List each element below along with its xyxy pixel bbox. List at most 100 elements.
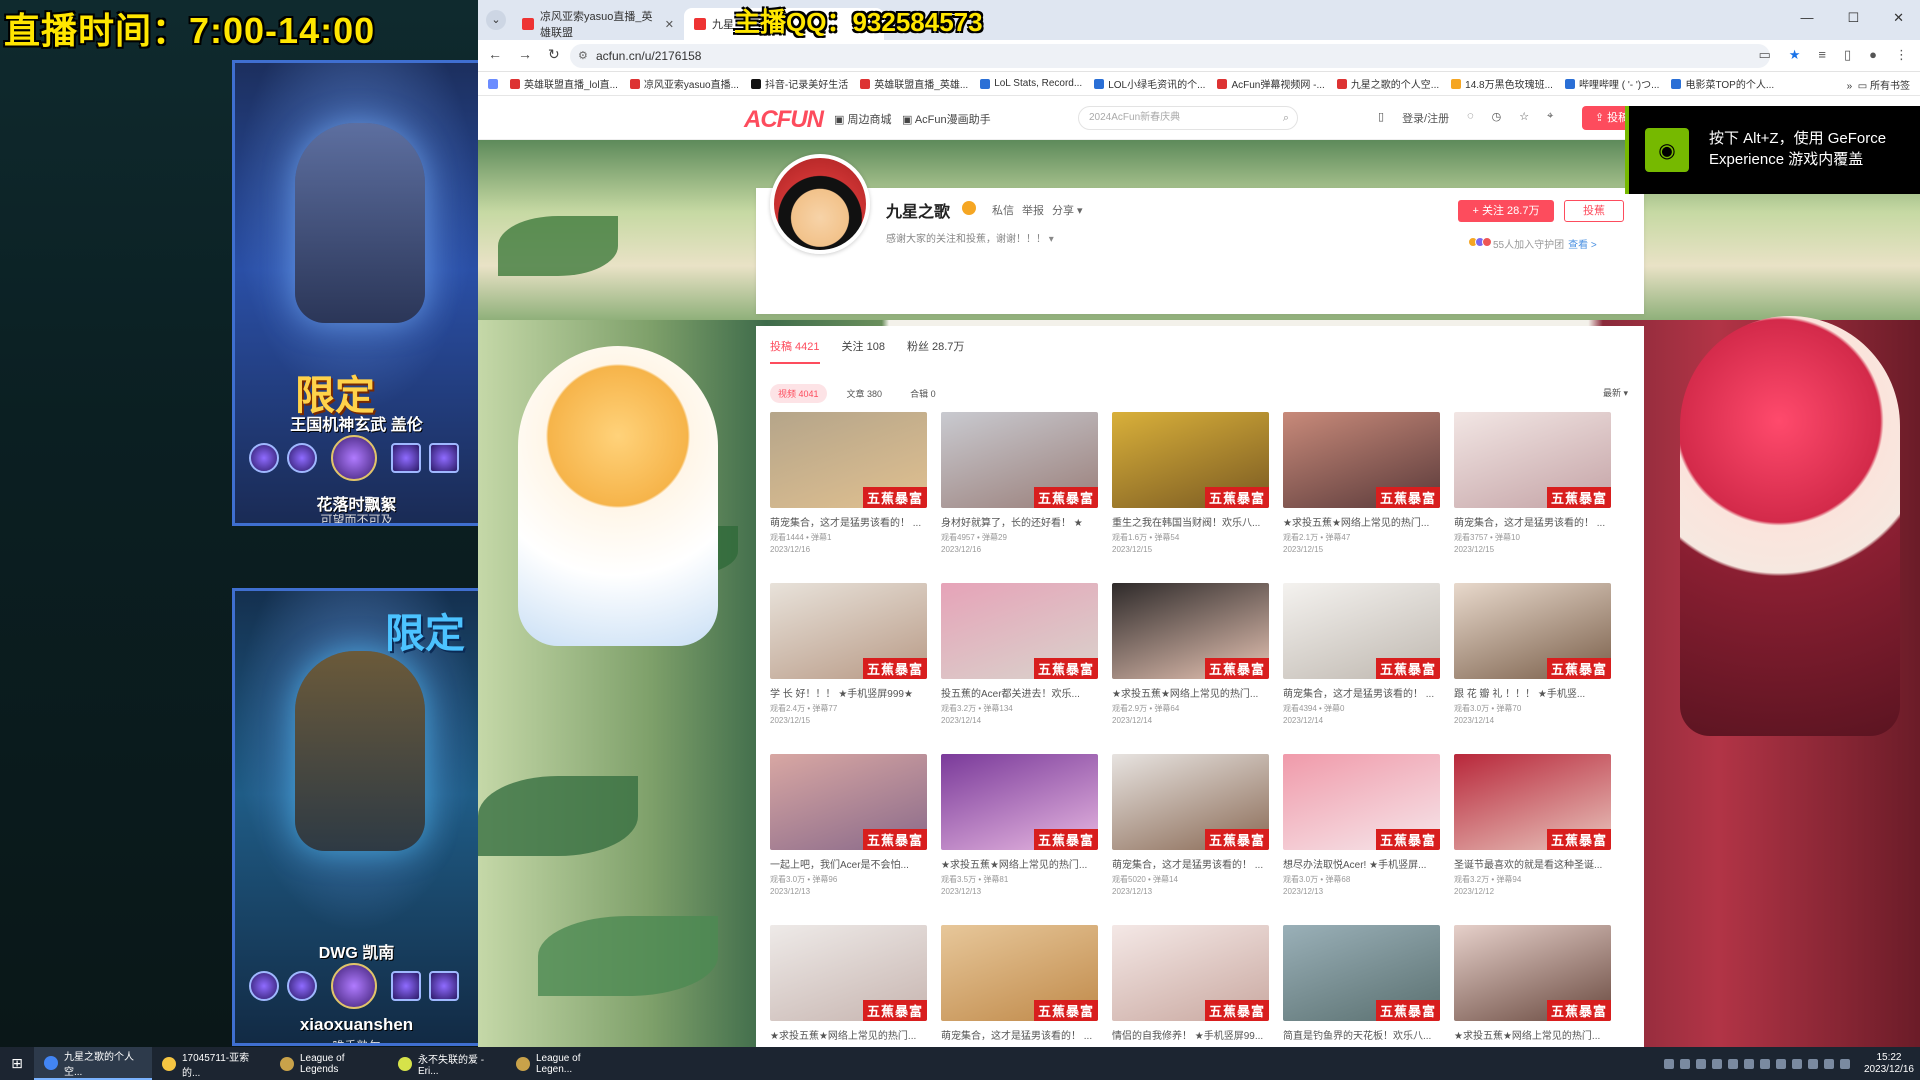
media-icon[interactable]: ≡: [1818, 47, 1826, 63]
video-card[interactable]: 五蕉暴富 萌宠集合，这才是猛男该看的！ ... 观看1444 • 弹幕1 2023/1…: [770, 412, 927, 569]
minimize-icon[interactable]: —: [1800, 10, 1813, 26]
taskbar-item[interactable]: League of Legen...: [506, 1047, 624, 1080]
tab-fans[interactable]: 粉丝 28.7万: [907, 338, 964, 364]
nav-shop-link[interactable]: ▣ 周边商城: [834, 111, 891, 127]
subtab-collections[interactable]: 合辑 0: [902, 384, 944, 403]
video-thumbnail[interactable]: 五蕉暴富: [1112, 925, 1269, 1021]
volume-icon[interactable]: [1823, 1058, 1834, 1069]
location-icon[interactable]: ⌖: [1547, 110, 1553, 126]
tray-icon[interactable]: [1743, 1058, 1754, 1069]
video-thumbnail[interactable]: 五蕉暴富: [1283, 583, 1440, 679]
video-thumbnail[interactable]: 五蕉暴富: [1283, 412, 1440, 508]
video-title[interactable]: 跟 花 瓣 礼 ！！！ ★手机竖...: [1454, 685, 1611, 700]
tray-icon[interactable]: [1807, 1058, 1818, 1069]
video-card[interactable]: 五蕉暴富情侣的自我修养！ ★手机竖屏99...: [1112, 925, 1269, 1047]
video-title[interactable]: 一起上吧，我们Acer是不会怕...: [770, 856, 927, 871]
video-card[interactable]: 五蕉暴富萌宠集合，这才是猛男该看的！ ...: [941, 925, 1098, 1047]
tab-uploads[interactable]: 投稿 4421: [770, 338, 820, 364]
bookmark-item[interactable]: 九星之歌的个人空...: [1336, 76, 1439, 91]
tray-icon[interactable]: [1775, 1058, 1786, 1069]
bookmark-item[interactable]: 哔哩哔哩 ( '- ')つ...: [1564, 76, 1659, 91]
mobile-icon[interactable]: ▯: [1378, 110, 1384, 126]
video-thumbnail[interactable]: 五蕉暴富: [1283, 754, 1440, 850]
bookmark-item[interactable]: AcFun弹幕视频网 -...: [1217, 76, 1325, 91]
video-thumbnail[interactable]: 五蕉暴富: [770, 925, 927, 1021]
video-title[interactable]: 萌宠集合，这才是猛男该看的！ ...: [941, 1027, 1098, 1042]
video-title[interactable]: 想尽办法取悦Acer! ★手机竖屏...: [1283, 856, 1440, 871]
chevron-down-icon[interactable]: ▾: [1049, 234, 1054, 245]
video-card[interactable]: 五蕉暴富 一起上吧，我们Acer是不会怕... 观看3.0万 • 弹幕96 2023/…: [770, 754, 927, 911]
video-card[interactable]: 五蕉暴富学 长 好！！！ ★手机竖屏999★ 观看2.4万 • 弹幕77 2023/…: [770, 583, 927, 740]
video-card[interactable]: 五蕉暴富 萌宠集合，这才是猛男该看的！ ... 观看3757 • 弹幕10 2023/…: [1454, 412, 1611, 569]
bookmark-star-icon[interactable]: ★: [1789, 47, 1801, 63]
video-card[interactable]: 五蕉暴富 投五蕉的Acer都关进去！欢乐... 观看3.2万 • 弹幕134 2023…: [941, 583, 1098, 740]
tray-icon[interactable]: [1663, 1058, 1674, 1069]
video-thumbnail[interactable]: 五蕉暴富: [941, 412, 1098, 508]
avatar[interactable]: [770, 154, 870, 254]
subtab-videos[interactable]: 视频 4041: [770, 384, 827, 403]
video-thumbnail[interactable]: 五蕉暴富: [770, 754, 927, 850]
video-title[interactable]: ★求投五蕉★网络上常见的热门...: [770, 1027, 927, 1042]
bookmark-item[interactable]: 英雄联盟直播_lol直...: [510, 76, 618, 91]
video-thumbnail[interactable]: 五蕉暴富: [1283, 925, 1440, 1021]
guard-view-link[interactable]: 查看 >: [1568, 236, 1597, 251]
video-card[interactable]: 五蕉暴富 萌宠集合，这才是猛男该看的！ ... 观看4394 • 弹幕0 2023/1…: [1283, 583, 1440, 740]
subtab-articles[interactable]: 文章 380: [839, 384, 891, 403]
windows-start-icon[interactable]: ⊞: [0, 1047, 34, 1080]
video-title[interactable]: 学 长 好！！！ ★手机竖屏999★: [770, 685, 927, 700]
close-window-icon[interactable]: ✕: [1893, 10, 1904, 26]
bookmark-item[interactable]: 抖音-记录美好生活: [750, 76, 848, 91]
follow-button[interactable]: + 关注 28.7万: [1458, 200, 1554, 222]
menu-icon[interactable]: ⋮: [1895, 47, 1908, 63]
bookmark-item[interactable]: LoL Stats, Record...: [980, 78, 1082, 89]
video-card[interactable]: 五蕉暴富 ★求投五蕉★网络上常见的热门...: [770, 925, 927, 1047]
taskbar-item[interactable]: 17045711-亚索的...: [152, 1047, 270, 1080]
profile-icon[interactable]: ●: [1869, 47, 1877, 63]
all-bookmarks[interactable]: » ▭ 所有书签: [1838, 77, 1910, 92]
video-card[interactable]: 五蕉暴富 身材好就算了，长的还好看！ ★ 观看4957 • 弹幕29 2023/12/…: [941, 412, 1098, 569]
video-title[interactable]: ★求投五蕉★网络上常见的热门...: [1454, 1027, 1611, 1042]
history-icon[interactable]: ◷: [1492, 110, 1502, 126]
sort-dropdown[interactable]: 最新 ▾: [1603, 386, 1628, 399]
url-input[interactable]: ⚙ acfun.cn/u/2176158: [570, 44, 1770, 68]
video-thumbnail[interactable]: 五蕉暴富: [1454, 412, 1611, 508]
tray-icon[interactable]: [1711, 1058, 1722, 1069]
video-title[interactable]: ★求投五蕉★网络上常见的热门...: [1283, 514, 1440, 529]
video-card[interactable]: 五蕉暴富 ★求投五蕉★网络上常见的热门...: [1454, 925, 1611, 1047]
taskbar-item[interactable]: 九星之歌的个人空...: [34, 1047, 152, 1080]
video-card[interactable]: 五蕉暴富跟 花 瓣 礼 ！！！ ★手机竖... 观看3.0万 • 弹幕70 2023…: [1454, 583, 1611, 740]
tab-close-icon[interactable]: ✕: [665, 18, 674, 31]
banana-gift-button[interactable]: 投蕉: [1564, 200, 1624, 222]
video-title[interactable]: 重生之我在韩国当财阀！欢乐八...: [1112, 514, 1269, 529]
back-icon[interactable]: ←: [488, 46, 502, 63]
bookmark-item[interactable]: 电影菜TOP的个人...: [1671, 76, 1774, 91]
message-icon[interactable]: ◌: [1467, 110, 1474, 126]
maximize-icon[interactable]: ☐: [1847, 10, 1859, 26]
tray-icon[interactable]: [1759, 1058, 1770, 1069]
video-title[interactable]: 投五蕉的Acer都关进去！欢乐...: [941, 685, 1098, 700]
video-thumbnail[interactable]: 五蕉暴富: [1112, 412, 1269, 508]
video-card[interactable]: 五蕉暴富 ★求投五蕉★网络上常见的热门... 观看2.9万 • 弹幕64 2023/1…: [1112, 583, 1269, 740]
video-title[interactable]: ★求投五蕉★网络上常见的热门...: [941, 856, 1098, 871]
video-card[interactable]: 五蕉暴富 想尽办法取悦Acer! ★手机竖屏... 观看3.0万 • 弹幕68 202…: [1283, 754, 1440, 911]
video-card[interactable]: 五蕉暴富 ★求投五蕉★网络上常见的热门... 观看3.5万 • 弹幕81 2023/1…: [941, 754, 1098, 911]
video-title[interactable]: 情侣的自我修养！ ★手机竖屏99...: [1112, 1027, 1269, 1042]
video-card[interactable]: 五蕉暴富 圣诞节最喜欢的就是看这种圣诞... 观看3.2万 • 弹幕94 2023/1…: [1454, 754, 1611, 911]
taskbar-item[interactable]: League of Legends: [270, 1047, 388, 1080]
taskbar-item[interactable]: 永不失联的爱 - Eri...: [388, 1047, 506, 1080]
clock[interactable]: 15:22 2023/12/16: [1864, 1052, 1914, 1076]
reload-icon[interactable]: ↻: [548, 46, 560, 63]
video-thumbnail[interactable]: 五蕉暴富: [1454, 925, 1611, 1021]
video-thumbnail[interactable]: 五蕉暴富: [1112, 754, 1269, 850]
search-icon[interactable]: ⌕: [1283, 107, 1289, 129]
video-card[interactable]: 五蕉暴富 简直是钓鱼界的天花板！欢乐八...: [1283, 925, 1440, 1047]
share-dropdown[interactable]: 分享 ▾: [1052, 202, 1083, 218]
video-title[interactable]: 身材好就算了，长的还好看！ ★: [941, 514, 1098, 529]
tab-search-icon[interactable]: ⌄: [486, 10, 506, 30]
tab-following[interactable]: 关注 108: [842, 338, 885, 364]
video-thumbnail[interactable]: 五蕉暴富: [1454, 583, 1611, 679]
video-thumbnail[interactable]: 五蕉暴富: [770, 412, 927, 508]
video-thumbnail[interactable]: 五蕉暴富: [941, 925, 1098, 1021]
bookmark-item[interactable]: LOL小绿毛资讯的个...: [1094, 76, 1205, 91]
apps-icon[interactable]: [488, 78, 498, 89]
